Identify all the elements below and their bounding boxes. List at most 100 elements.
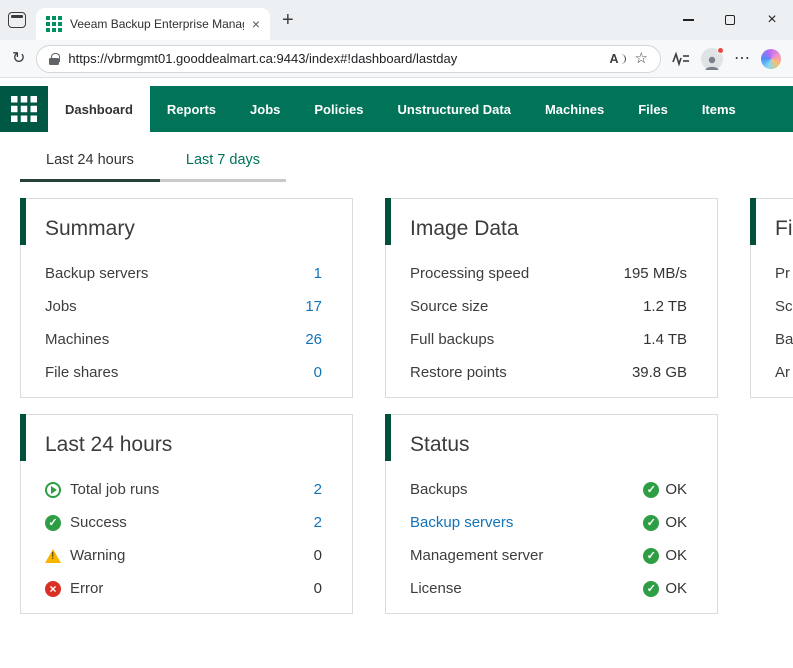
error-icon [45,581,61,597]
status-row-value: OK [665,481,687,498]
summary-row-value[interactable]: 1 [314,265,322,282]
page-top-gap [0,78,793,86]
image-data-card-title: Image Data [410,217,687,241]
status-row: License OK [410,572,687,605]
nav-tab-reports[interactable]: Reports [150,86,233,132]
running-icon [45,482,61,498]
veeam-logo[interactable] [0,86,48,132]
status-row-value: OK [665,514,687,531]
summary-row-label: Machines [45,331,109,348]
summary-row: Backup servers 1 [45,257,322,290]
image-data-row-value: 1.2 TB [643,298,687,315]
browser-window: Veeam Backup Enterprise Manage × + × ↻ h… [0,0,793,78]
status-row-label: Management server [410,547,543,564]
image-data-row-label: Processing speed [410,265,529,282]
nav-tab-items[interactable]: Items [685,86,753,132]
warning-icon [45,549,61,563]
ok-check-icon [643,515,659,531]
warning-row: Warning 0 [45,539,322,572]
read-aloud-icon[interactable]: A [610,52,626,66]
file-data-row-label: Ba [775,331,793,348]
summary-row-label: Jobs [45,298,77,315]
job-runs-value[interactable]: 2 [314,481,322,498]
summary-row-label: Backup servers [45,265,148,282]
job-runs-row: Total job runs 2 [45,473,322,506]
success-value[interactable]: 2 [314,514,322,531]
status-row-value: OK [665,547,687,564]
status-row-label: License [410,580,462,597]
ok-check-icon [643,482,659,498]
nav-tabs: Dashboard Reports Jobs Policies Unstruct… [48,86,753,132]
success-row: Success 2 [45,506,322,539]
summary-row-value[interactable]: 0 [314,364,322,381]
status-row: Backup servers OK [410,506,687,539]
dashboard-content: Summary Backup servers 1 Jobs 17 Machine… [0,182,793,630]
summary-row-value[interactable]: 26 [305,331,322,348]
workspaces-icon[interactable] [8,12,26,28]
veeam-favicon [46,16,62,32]
status-row: Backups OK [410,473,687,506]
status-row-label: Backups [410,481,468,498]
error-value: 0 [314,580,322,597]
dashboard-subtabs: Last 24 hours Last 7 days [0,132,793,182]
status-card-title: Status [410,433,687,457]
tab-close-icon[interactable]: × [252,17,260,31]
window-controls: × [667,0,793,40]
refresh-icon[interactable]: ↻ [12,51,25,67]
last-24-hours-card-title: Last 24 hours [45,433,322,457]
last-24-hours-card: Last 24 hours Total job runs 2 Success 2 [20,414,353,614]
close-button[interactable]: × [751,0,793,40]
summary-row: File shares 0 [45,356,322,389]
favorites-star-icon[interactable]: ☆ [635,51,648,66]
browser-tab[interactable]: Veeam Backup Enterprise Manage × [36,8,270,40]
ok-check-icon [643,581,659,597]
summary-row: Machines 26 [45,323,322,356]
nav-tab-unstructured-data[interactable]: Unstructured Data [381,86,528,132]
warning-label: Warning [70,547,125,564]
lock-icon [49,53,59,65]
nav-tab-policies[interactable]: Policies [297,86,380,132]
subtab-last-24-hours[interactable]: Last 24 hours [20,142,160,182]
summary-row-label: File shares [45,364,118,381]
nav-tab-files[interactable]: Files [621,86,685,132]
warning-value: 0 [314,547,322,564]
summary-card-title: Summary [45,217,322,241]
job-runs-label: Total job runs [70,481,159,498]
image-data-row-value: 195 MB/s [624,265,687,282]
nav-tab-machines[interactable]: Machines [528,86,621,132]
file-data-card-clipped: Fi Pr Sc Ba Ar [750,198,793,398]
image-data-row-value: 1.4 TB [643,331,687,348]
file-data-row: Sc [775,290,793,323]
url-text[interactable]: https://vbrmgmt01.gooddealmart.ca:9443/i… [68,51,600,66]
status-row-value: OK [665,580,687,597]
nav-tab-jobs[interactable]: Jobs [233,86,297,132]
summary-row: Jobs 17 [45,290,322,323]
success-label: Success [70,514,127,531]
settings-menu-icon[interactable]: ⋯ [734,51,750,67]
file-data-row-label: Ar [775,364,790,381]
minimize-button[interactable] [667,0,709,40]
file-data-card-title: Fi [775,217,793,241]
image-data-row-label: Full backups [410,331,494,348]
profile-avatar[interactable] [701,48,723,70]
image-data-row-value: 39.8 GB [632,364,687,381]
image-data-row-label: Source size [410,298,488,315]
image-data-card: Image Data Processing speed 195 MB/s Sou… [385,198,718,398]
browser-toolbar: ↻ https://vbrmgmt01.gooddealmart.ca:9443… [0,40,793,78]
file-data-row-label: Pr [775,265,790,282]
subtab-last-7-days[interactable]: Last 7 days [160,142,286,182]
copilot-icon[interactable] [761,49,781,69]
maximize-button[interactable] [709,0,751,40]
status-row-label-link[interactable]: Backup servers [410,514,513,531]
new-tab-button[interactable]: + [282,10,294,30]
browser-essentials-icon[interactable] [672,51,690,67]
image-data-row: Restore points 39.8 GB [410,356,687,389]
file-data-row: Ar [775,356,793,389]
summary-row-value[interactable]: 17 [305,298,322,315]
tab-title: Veeam Backup Enterprise Manage [70,17,244,31]
file-data-row: Pr [775,257,793,290]
nav-tab-dashboard[interactable]: Dashboard [48,86,150,132]
address-bar[interactable]: https://vbrmgmt01.gooddealmart.ca:9443/i… [36,45,661,73]
image-data-row: Source size 1.2 TB [410,290,687,323]
image-data-row-label: Restore points [410,364,507,381]
